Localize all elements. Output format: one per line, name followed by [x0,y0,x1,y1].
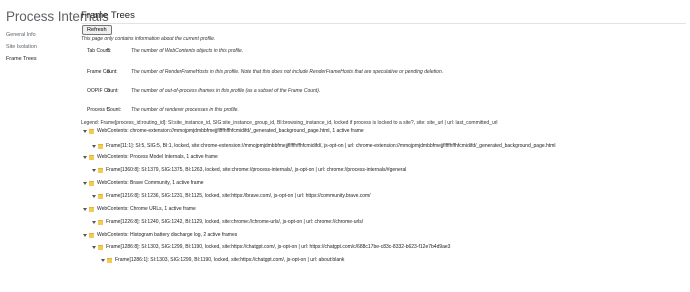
legend: Legend: Frame[process_id:routing_id]: SI… [81,120,498,126]
tree-node-frame[interactable]: Frame[1286:1]: SI:1303, SIG:1299, BI:119… [101,257,344,264]
tree-node-frame[interactable]: Frame[11:1]: SI:5, SIG:5, BI:1, locked, … [92,143,555,150]
expand-triangle-icon[interactable] [92,169,96,172]
stat-description: The number of RenderFrameHosts in this p… [131,69,444,75]
tree-node-webcontents[interactable]: WebContents: Brave Community, 1 active f… [83,180,204,187]
stat-description: The number of out-of-process iframes in … [131,88,321,94]
stat-value: 5 [107,107,110,113]
main-content: Frame Trees Refresh This page only conta… [81,0,690,292]
folder-icon [98,220,103,225]
tree-node-webcontents[interactable]: WebContents: Process Model Internals, 1 … [83,154,218,161]
stat-value: 6 [107,69,110,75]
expand-triangle-icon[interactable] [92,195,96,198]
tree-node-label: WebContents: Chrome URLs, 1 active frame [97,206,196,212]
expand-triangle-icon[interactable] [83,182,87,185]
stat-description: The number of WebContents objects in thi… [131,48,244,54]
folder-icon [98,245,103,250]
folder-icon [98,194,103,199]
expand-triangle-icon[interactable] [83,130,87,133]
tree-node-frame[interactable]: Frame[1286:8]: SI:1303, SIG:1299, BI:119… [92,244,450,251]
tree-node-webcontents[interactable]: WebContents: Histogram battery discharge… [83,232,237,239]
folder-icon [107,258,112,263]
tree-node-webcontents[interactable]: WebContents: Chrome URLs, 1 active frame [83,206,196,213]
stat-label: OOPIF Count: [87,88,119,94]
stat-label: Frame Count: [87,69,118,75]
folder-icon [89,155,94,160]
expand-triangle-icon[interactable] [83,208,87,211]
tree-node-frame[interactable]: Frame[1360:8]: SI:1379, SIG:1375, BI:126… [92,167,406,174]
tree-node-label: Frame[1360:8]: SI:1379, SIG:1375, BI:126… [106,167,407,173]
tree-node-label: WebContents: chrome-extension://mmojpmjd… [97,128,364,134]
tree-node-label: WebContents: Brave Community, 1 active f… [97,180,204,186]
tree-node-label: WebContents: Histogram battery discharge… [97,232,238,238]
title-divider [81,23,686,24]
page-title: Frame Trees [81,10,135,21]
tree-node-label: Frame[11:1]: SI:5, SIG:5, BI:1, locked, … [106,143,556,149]
stat-label: Process Count: [87,107,122,113]
expand-triangle-icon[interactable] [92,221,96,224]
stat-value: 0 [107,88,110,94]
folder-icon [98,144,103,149]
stat-description: The number of renderer processes in this… [131,107,239,113]
tree-node-label: Frame[1216:8]: SI:1236, SIG:1231, BI:112… [106,193,371,199]
expand-triangle-icon[interactable] [83,234,87,237]
refresh-button[interactable]: Refresh [82,25,112,35]
sidebar-item-frame-trees[interactable]: Frame Trees [6,56,37,62]
tree-node-label: WebContents: Process Model Internals, 1 … [97,154,218,160]
tree-node-frame[interactable]: Frame[1216:8]: SI:1236, SIG:1231, BI:112… [92,193,371,200]
expand-triangle-icon[interactable] [101,259,105,262]
tree-node-label: Frame[1226:8]: SI:1240, SIG:1242, BI:112… [106,219,364,225]
tree-node-frame[interactable]: Frame[1226:8]: SI:1240, SIG:1242, BI:112… [92,219,363,226]
expand-triangle-icon[interactable] [92,246,96,249]
expand-triangle-icon[interactable] [92,145,96,148]
folder-icon [98,168,103,173]
expand-triangle-icon[interactable] [83,156,87,159]
tree-node-label: Frame[1286:1]: SI:1303, SIG:1299, BI:119… [115,257,345,263]
tree-node-webcontents[interactable]: WebContents: chrome-extension://mmojpmjd… [83,128,364,135]
folder-icon [89,181,94,186]
profile-note: This page only contains information abou… [81,36,216,42]
stat-value: 5 [107,48,110,54]
sidebar-item-general-info[interactable]: General Info [6,32,36,38]
tree-node-label: Frame[1286:8]: SI:1303, SIG:1299, BI:119… [106,244,451,250]
folder-icon [89,207,94,212]
sidebar-item-site-isolation[interactable]: Site Isolation [6,44,37,50]
folder-icon [89,233,94,238]
folder-icon [89,129,94,134]
sidebar: Process Internals General Info Site Isol… [0,0,109,292]
